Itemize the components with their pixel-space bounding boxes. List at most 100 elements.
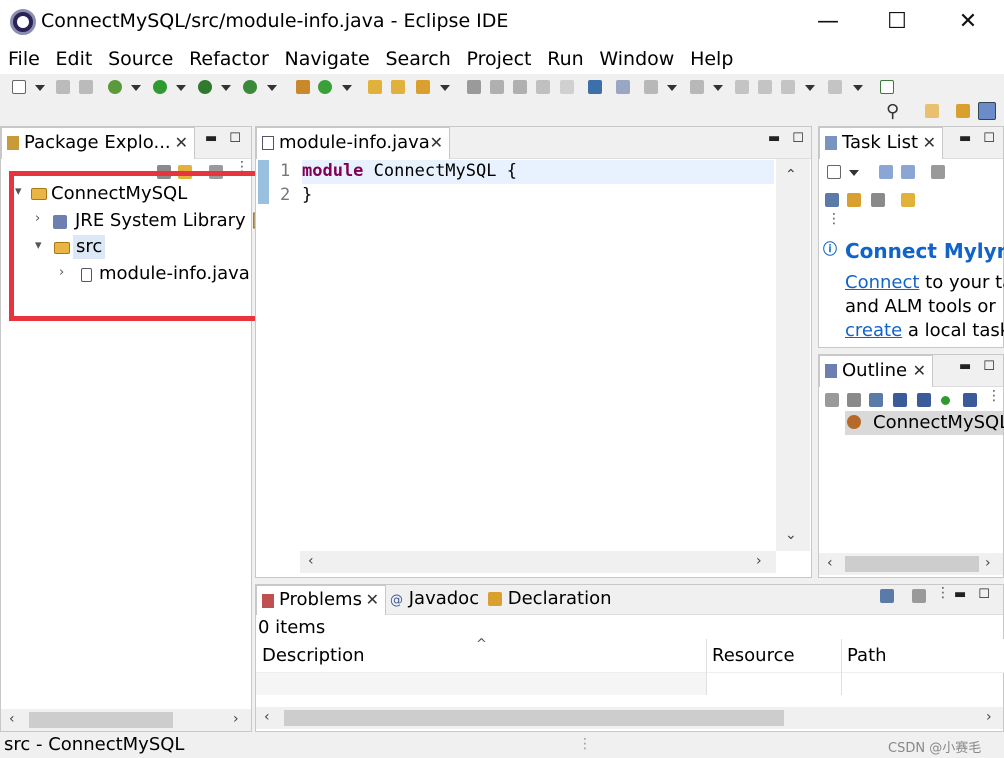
column-resource[interactable]: Resource — [712, 645, 795, 666]
previous-annotation-icon[interactable] — [690, 80, 704, 94]
chevron-down-icon[interactable] — [849, 170, 859, 176]
menu-edit[interactable]: Edit — [56, 44, 93, 74]
search-icon[interactable]: ⚲ — [886, 101, 899, 122]
categorized-icon[interactable] — [879, 165, 893, 179]
hide-static-icon[interactable] — [917, 393, 931, 407]
close-icon[interactable]: ✕ — [430, 128, 443, 158]
column-description[interactable]: Description — [262, 645, 365, 666]
minimize-maximize-controls[interactable]: ▬☐ — [954, 587, 1002, 602]
show-whitespace-icon[interactable] — [536, 80, 550, 94]
chevron-down-icon[interactable] — [342, 85, 352, 91]
minimize-maximize-controls[interactable]: ▬☐ — [959, 131, 1004, 146]
chevron-down-icon[interactable] — [805, 85, 815, 91]
hide-fields-icon[interactable] — [893, 393, 907, 407]
close-icon[interactable]: ✕ — [366, 586, 379, 614]
chevron-down-icon[interactable] — [35, 85, 45, 91]
console-icon[interactable] — [588, 80, 602, 94]
menu-window[interactable]: Window — [599, 44, 674, 74]
search-tool-icon[interactable] — [416, 80, 430, 94]
menu-run[interactable]: Run — [547, 44, 583, 74]
link-icon[interactable] — [901, 193, 915, 207]
save-icon[interactable] — [56, 80, 70, 94]
close-button[interactable]: ✕ — [948, 8, 988, 36]
external-tools-icon[interactable] — [243, 80, 257, 94]
scheduled-icon[interactable] — [901, 165, 915, 179]
minimize-maximize-controls[interactable]: ▬☐ — [205, 131, 253, 146]
chevron-down-icon[interactable] — [176, 85, 186, 91]
chevron-down-icon[interactable] — [221, 85, 231, 91]
scroll-right-icon[interactable]: › — [986, 709, 992, 725]
outline-item-connectmysql[interactable]: ConnectMySQL — [873, 411, 1004, 435]
scroll-right-icon[interactable]: › — [985, 555, 991, 571]
tab-outline[interactable]: Outline ✕ — [819, 355, 933, 387]
sync-icon[interactable] — [847, 193, 861, 207]
focus-icon[interactable] — [825, 193, 839, 207]
view-menu-icon[interactable]: ⋮ — [936, 585, 950, 601]
open-perspective-icon[interactable] — [925, 104, 939, 118]
word-wrap-icon[interactable] — [513, 80, 527, 94]
chevron-down-icon[interactable] — [267, 85, 277, 91]
close-icon[interactable]: ✕ — [175, 128, 188, 158]
chevron-down-icon[interactable] — [667, 85, 677, 91]
focus-icon[interactable] — [825, 393, 839, 407]
tab-task-list[interactable]: Task List ✕ — [819, 127, 943, 159]
open-task-icon[interactable] — [391, 80, 405, 94]
vertical-scrollbar[interactable]: ⌃ ⌄ — [776, 159, 810, 551]
horizontal-scrollbar[interactable]: ‹ › — [819, 553, 1003, 575]
chevron-down-icon[interactable] — [853, 85, 863, 91]
tab-package-explorer[interactable]: Package Explo... ✕ — [1, 127, 195, 159]
coverage-icon[interactable] — [198, 80, 212, 94]
scroll-up-icon[interactable]: ⌃ — [785, 167, 797, 183]
sort-icon[interactable] — [869, 393, 883, 407]
menu-help[interactable]: Help — [690, 44, 733, 74]
toggle-mark-icon[interactable] — [467, 80, 481, 94]
scroll-left-icon[interactable]: ‹ — [308, 553, 314, 569]
tab-declaration[interactable]: Declaration — [488, 585, 612, 613]
tab-problems[interactable]: Problems ✕ — [256, 585, 386, 615]
menu-file[interactable]: File — [8, 44, 40, 74]
view-menu-icon[interactable]: ⋮ — [987, 388, 1001, 404]
java-ee-perspective-icon[interactable] — [956, 104, 970, 118]
scrollbar-thumb[interactable] — [845, 556, 979, 572]
code-line-2[interactable]: } — [302, 183, 312, 207]
scrollbar-thumb[interactable] — [284, 710, 784, 726]
column-path[interactable]: Path — [847, 645, 887, 666]
close-icon[interactable]: ✕ — [913, 356, 926, 386]
scroll-right-icon[interactable]: › — [756, 553, 762, 569]
menu-refactor[interactable]: Refactor — [189, 44, 269, 74]
skip-breakpoints-icon[interactable] — [616, 80, 630, 94]
filter-icon[interactable] — [880, 589, 894, 603]
focus-icon[interactable] — [912, 589, 926, 603]
new-java-project-icon[interactable] — [296, 80, 310, 94]
tab-module-info-java[interactable]: module-info.java ✕ — [256, 127, 450, 159]
new-icon[interactable] — [12, 80, 26, 94]
scroll-left-icon[interactable]: ‹ — [9, 711, 15, 727]
view-menu-icon[interactable]: ⋮ — [827, 211, 841, 227]
new-class-icon[interactable] — [318, 80, 332, 94]
java-perspective-icon[interactable] — [978, 102, 996, 120]
minimize-maximize-controls[interactable]: ▬☐ — [959, 359, 1004, 374]
open-type-icon[interactable] — [368, 80, 382, 94]
new-task-icon[interactable] — [827, 165, 841, 179]
back-icon[interactable] — [758, 80, 772, 94]
last-edit-icon[interactable] — [735, 80, 749, 94]
filter-icon[interactable] — [931, 165, 945, 179]
menu-project[interactable]: Project — [466, 44, 531, 74]
back-arrow-icon[interactable] — [781, 80, 795, 94]
debug-icon[interactable] — [108, 80, 122, 94]
run-icon[interactable] — [153, 80, 167, 94]
code-line-1[interactable]: module ConnectMySQL { — [302, 159, 517, 183]
horizontal-scrollbar[interactable]: ‹ › — [300, 551, 776, 573]
minimize-button[interactable]: — — [808, 8, 848, 36]
pin-editor-icon[interactable] — [880, 80, 894, 94]
tab-javadoc[interactable]: @ Javadoc — [390, 585, 479, 615]
menu-source[interactable]: Source — [108, 44, 173, 74]
scroll-right-icon[interactable]: › — [233, 711, 239, 727]
scroll-left-icon[interactable]: ‹ — [264, 709, 270, 725]
menu-search[interactable]: Search — [385, 44, 450, 74]
connect-link[interactable]: Connect — [845, 272, 919, 293]
hide-non-public-icon[interactable] — [941, 396, 950, 405]
menu-navigate[interactable]: Navigate — [285, 44, 370, 74]
collapse-all-icon[interactable] — [847, 393, 861, 407]
horizontal-scrollbar[interactable]: ‹ › — [256, 707, 1003, 729]
